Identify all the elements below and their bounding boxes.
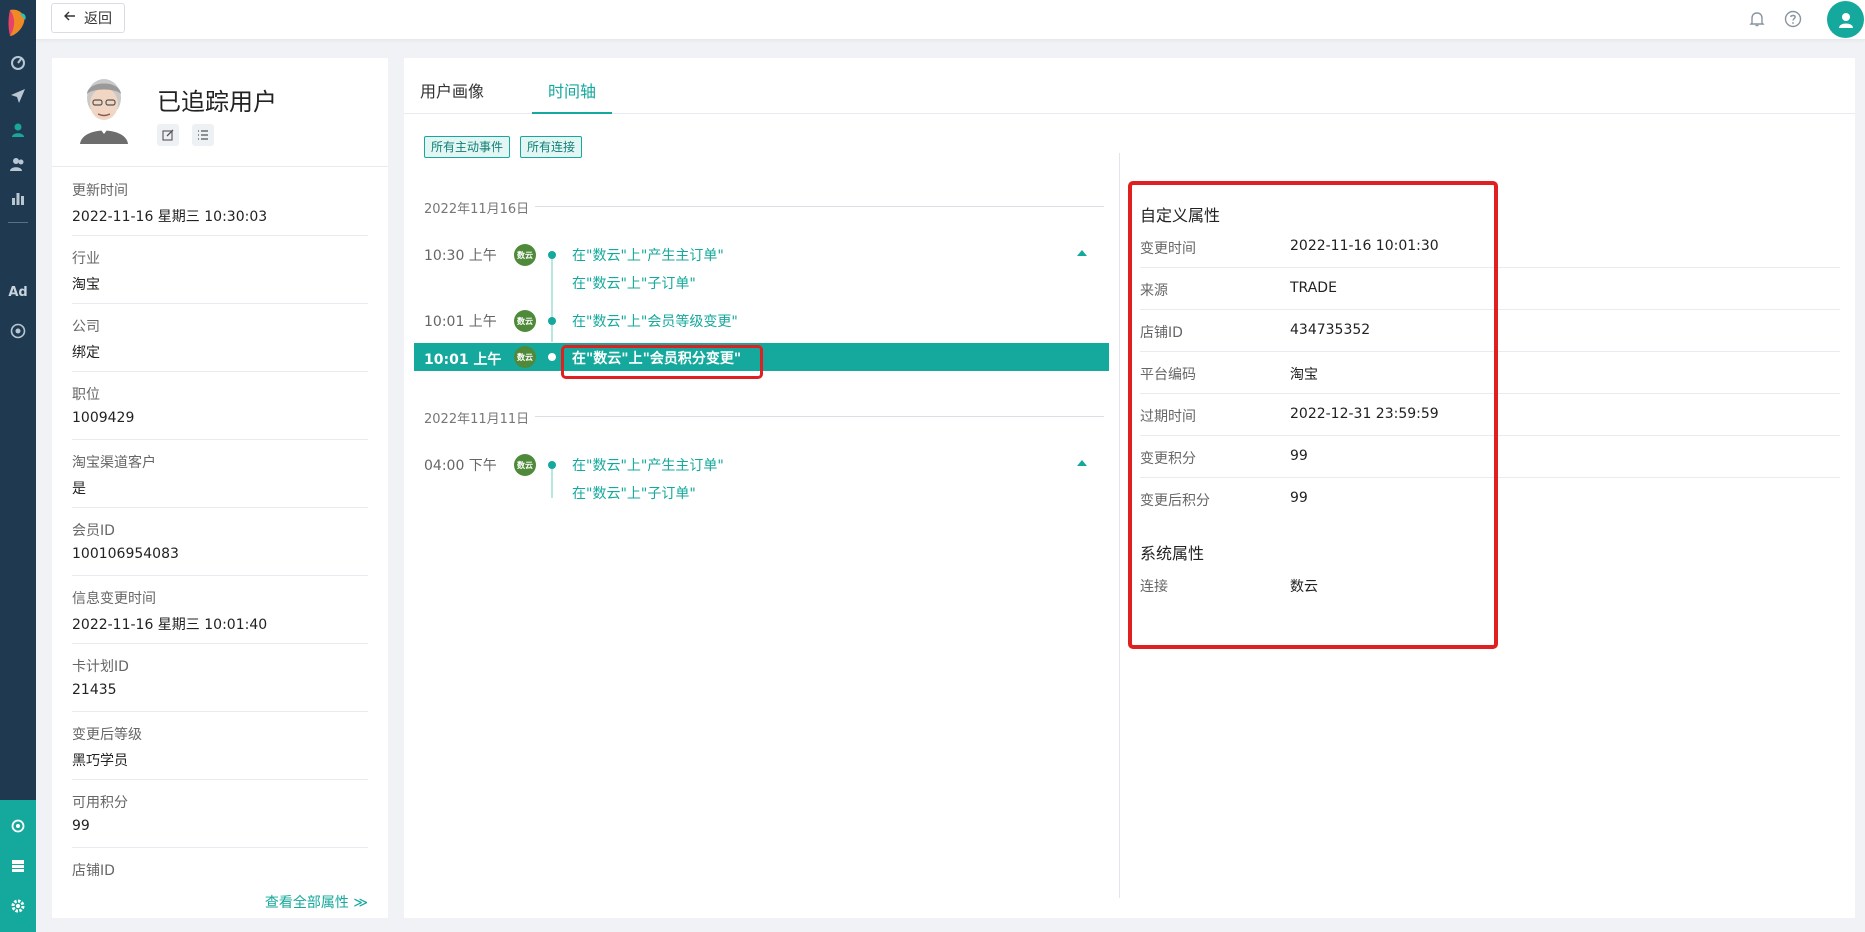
event-time: 10:01 上午 [424, 314, 497, 330]
panel-divider [1119, 153, 1120, 898]
shuyun-source-badge: 数云 [514, 346, 536, 368]
filter-chip-connections[interactable]: 所有连接 [520, 136, 583, 158]
attr-row: 可用积分 99 [72, 780, 368, 848]
attr-value: 99 [72, 818, 90, 834]
back-button[interactable]: 返回 [51, 3, 125, 33]
tab-bar: 用户画像 时间轴 [404, 58, 1855, 114]
attr-key: 淘宝渠道客户 [72, 455, 156, 471]
collapse-caret-icon[interactable] [1077, 250, 1087, 256]
target-icon[interactable] [0, 319, 36, 343]
attr-row: 更新时间 2022-11-16 星期三 10:30:03 [72, 168, 368, 236]
shuyun-source-badge: 数云 [514, 454, 536, 476]
attr-row: 卡计划ID 21435 [72, 644, 368, 712]
tab-user-profile[interactable]: 用户画像 [420, 78, 484, 102]
bell-icon[interactable] [1748, 10, 1766, 28]
app-logo-icon[interactable] [6, 8, 28, 38]
timeline-date-row: 2022年11月11日 [424, 408, 1104, 427]
attr-row: 公司 绑定 [72, 304, 368, 372]
users-group-icon[interactable] [0, 152, 36, 176]
attr-row: 淘宝渠道客户是 [72, 440, 368, 508]
event-link[interactable]: 在"数云"上"子订单" [572, 483, 696, 503]
timeline-dot [548, 461, 556, 469]
attr-row: 行业 淘宝 [72, 236, 368, 304]
event-link[interactable]: 在"数云"上"产生主订单" [572, 455, 724, 475]
timeline-date: 2022年11月16日 [424, 198, 536, 217]
attr-value: 黑巧学员 [72, 753, 128, 769]
shuyun-source-badge: 数云 [514, 244, 536, 266]
timeline-dot [548, 317, 556, 325]
attr-value: 绑定 [72, 345, 100, 361]
send-icon[interactable] [0, 84, 36, 108]
active-tab-indicator [532, 112, 612, 114]
attr-value: 2022-11-16 星期三 10:30:03 [72, 209, 268, 225]
ad-nav-item[interactable]: Ad [0, 280, 36, 304]
edit-icon [162, 129, 174, 141]
highlight-box-event [561, 345, 763, 379]
nav-rail: Ad [0, 0, 36, 932]
attr-key: 信息变更时间 [72, 591, 156, 607]
user-avatar-icon [1838, 12, 1853, 28]
arrow-left-icon [64, 10, 76, 26]
event-link[interactable]: 在"数云"上"子订单" [572, 273, 696, 293]
attr-value: 2022-11-16 星期三 10:01:40 [72, 617, 268, 633]
attr-value: 100106954083 [72, 546, 179, 562]
user-portrait-icon [80, 79, 128, 144]
list-view-button[interactable] [192, 124, 214, 146]
attr-key: 变更后等级 [72, 727, 142, 743]
dashboard-icon[interactable] [0, 50, 36, 74]
rail-bottom-section [0, 800, 36, 932]
attr-key: 会员ID [72, 523, 115, 539]
attr-row: 会员ID 100106954083 [72, 508, 368, 576]
user-avatar-button[interactable] [1827, 1, 1864, 38]
attr-key: 公司 [72, 319, 100, 335]
attr-value: 21435 [72, 682, 117, 698]
attr-row: 职位 1009429 [72, 372, 368, 440]
attr-key: 卡计划ID [72, 659, 129, 675]
timeline-dot [548, 251, 556, 259]
attr-row: 变更后等级 黑巧学员 [72, 712, 368, 780]
timeline-date: 2022年11月11日 [424, 408, 536, 427]
view-all-attributes-link[interactable]: 查看全部属性 ≫ [265, 892, 368, 912]
attr-row: 信息变更时间 2022-11-16 星期三 10:01:40 [72, 576, 368, 644]
top-bar: 返回 [36, 0, 1865, 40]
hub-icon[interactable] [0, 814, 36, 838]
collapse-caret-icon[interactable] [1077, 460, 1087, 466]
profile-divider [52, 166, 388, 167]
event-time: 10:30 上午 [424, 248, 497, 264]
attr-key: 可用积分 [72, 795, 128, 811]
edit-profile-button[interactable] [157, 124, 179, 146]
server-icon[interactable] [0, 854, 36, 878]
shuyun-source-badge: 数云 [514, 310, 536, 332]
attr-key: 行业 [72, 251, 100, 267]
event-link[interactable]: 在"数云"上"会员等级变更" [572, 311, 738, 331]
user-icon[interactable] [0, 118, 36, 142]
event-time: 10:01 上午 [424, 352, 502, 368]
profile-card: 已追踪用户 更新时间 2022-11-16 星期三 10:30:03 行业淘宝 公… [52, 58, 388, 918]
event-time: 04:00 下午 [424, 458, 497, 474]
rail-divider [8, 222, 28, 223]
event-link[interactable]: 在"数云"上"产生主订单" [572, 245, 724, 265]
bar-chart-icon[interactable] [0, 186, 36, 210]
attr-key: 职位 [72, 387, 100, 403]
attr-row: 店铺ID [72, 848, 368, 888]
highlight-box-detail [1128, 181, 1498, 649]
attr-key: 店铺ID [72, 863, 115, 879]
back-button-label: 返回 [84, 11, 112, 27]
timeline-connector [551, 256, 553, 342]
list-icon [198, 130, 208, 140]
attr-value: 是 [72, 481, 86, 497]
help-icon[interactable] [1784, 10, 1802, 28]
user-name-title: 已追踪用户 [157, 88, 277, 116]
filter-chip-active-events[interactable]: 所有主动事件 [424, 136, 511, 158]
timeline-date-row: 2022年11月16日 [424, 198, 1104, 217]
attr-key: 更新时间 [72, 183, 128, 199]
settings-gear-icon[interactable] [0, 894, 36, 918]
attr-value: 1009429 [72, 410, 135, 426]
attr-value: 淘宝 [72, 277, 100, 293]
tab-timeline[interactable]: 时间轴 [548, 78, 596, 102]
timeline-dot [548, 353, 556, 361]
